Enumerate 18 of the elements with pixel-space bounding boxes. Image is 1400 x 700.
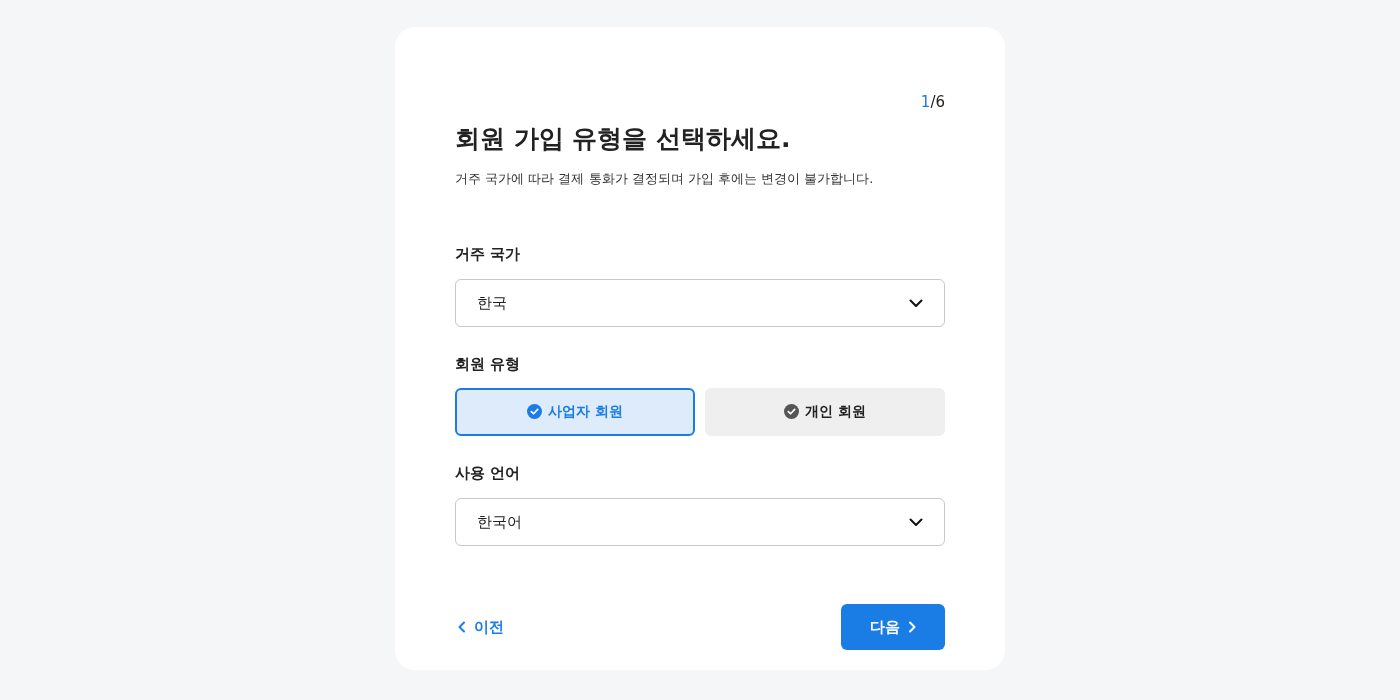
next-button[interactable]: 다음: [841, 604, 945, 650]
page-title: 회원 가입 유형을 선택하세요.: [455, 123, 792, 155]
member-type-option[interactable]: 개인 회원: [705, 387, 945, 436]
description: 거주 국가에 따라 결제 통화가 결정되며 가입 후에는 변경이 불가합니다.: [455, 170, 875, 188]
chevron-down-icon: [909, 517, 923, 527]
check-circle-icon: [784, 404, 800, 419]
chevron-left-icon: [458, 621, 466, 633]
field-label: 회원 유형: [455, 354, 522, 375]
chevron-right-icon: [908, 621, 916, 633]
chevron-down-icon: [909, 298, 923, 308]
select-field[interactable]: 한국: [455, 279, 945, 327]
step-current: 1: [920, 92, 931, 113]
check-circle-icon: [527, 404, 543, 419]
select-field[interactable]: 한국어: [455, 498, 945, 546]
field-label: 사용 언어: [455, 462, 522, 484]
previous-button[interactable]: 이전: [455, 615, 504, 639]
field-label: 거주 국가: [455, 243, 522, 265]
step-total: /6: [930, 92, 945, 113]
